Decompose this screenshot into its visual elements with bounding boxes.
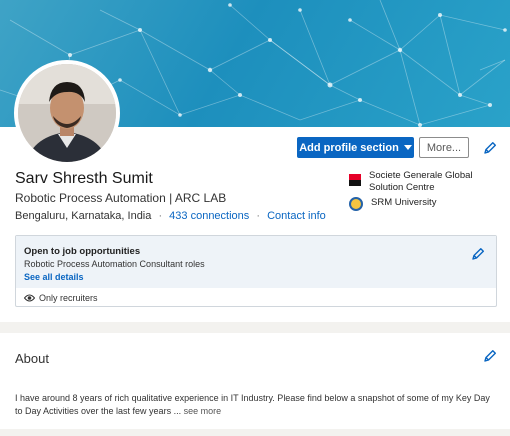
school-name: SRM University [371, 197, 437, 208]
societe-generale-logo [349, 174, 361, 186]
edit-job-preferences-pencil-icon[interactable] [471, 247, 485, 261]
current-company-item[interactable]: Societe Generale Global Solution Centre [349, 170, 484, 194]
about-summary-text: I have around 8 years of rich qualitativ… [15, 393, 490, 416]
company-name: Societe Generale Global Solution Centre [369, 170, 473, 193]
profile-name: Sarv Shresth Sumit [15, 170, 153, 187]
caret-down-icon [403, 145, 412, 150]
edit-about-pencil-icon[interactable] [483, 349, 497, 363]
separator-dot: · [158, 210, 163, 222]
visibility-text: Only recruiters [39, 293, 98, 303]
about-card: About I have around 8 years of rich qual… [0, 333, 510, 429]
eye-icon [24, 294, 35, 302]
about-summary: I have around 8 years of rich qualitativ… [15, 392, 497, 418]
profile-headline: Robotic Process Automation | ARC LAB [15, 191, 227, 205]
location-text: Bengaluru, Karnataka, India [15, 210, 152, 222]
about-heading: About [15, 351, 49, 366]
separator-dot: · [256, 210, 261, 222]
more-button[interactable]: More... [419, 137, 469, 158]
add-profile-section-label: Add profile section [299, 141, 399, 154]
open-to-work-roles: Robotic Process Automation Consultant ro… [24, 259, 205, 269]
open-to-work-box: Open to job opportunities Robotic Proces… [15, 235, 497, 307]
contact-info-link[interactable]: Contact info [267, 210, 326, 222]
profile-card: Add profile section More... Sarv Shresth… [0, 0, 510, 322]
profile-photo-image [18, 64, 116, 162]
location-line: Bengaluru, Karnataka, India · 433 connec… [15, 210, 326, 222]
connections-link[interactable]: 433 connections [169, 210, 249, 222]
open-to-work-title: Open to job opportunities [24, 246, 141, 257]
education-item[interactable]: SRM University [349, 197, 436, 211]
visibility-line: Only recruiters [24, 293, 98, 303]
see-more-link[interactable]: see more [184, 406, 222, 416]
add-profile-section-button[interactable]: Add profile section [297, 137, 414, 158]
srm-university-logo [349, 197, 363, 211]
profile-photo[interactable] [14, 60, 120, 166]
edit-intro-pencil-icon[interactable] [483, 141, 497, 155]
see-all-details-link[interactable]: See all details [24, 272, 84, 282]
